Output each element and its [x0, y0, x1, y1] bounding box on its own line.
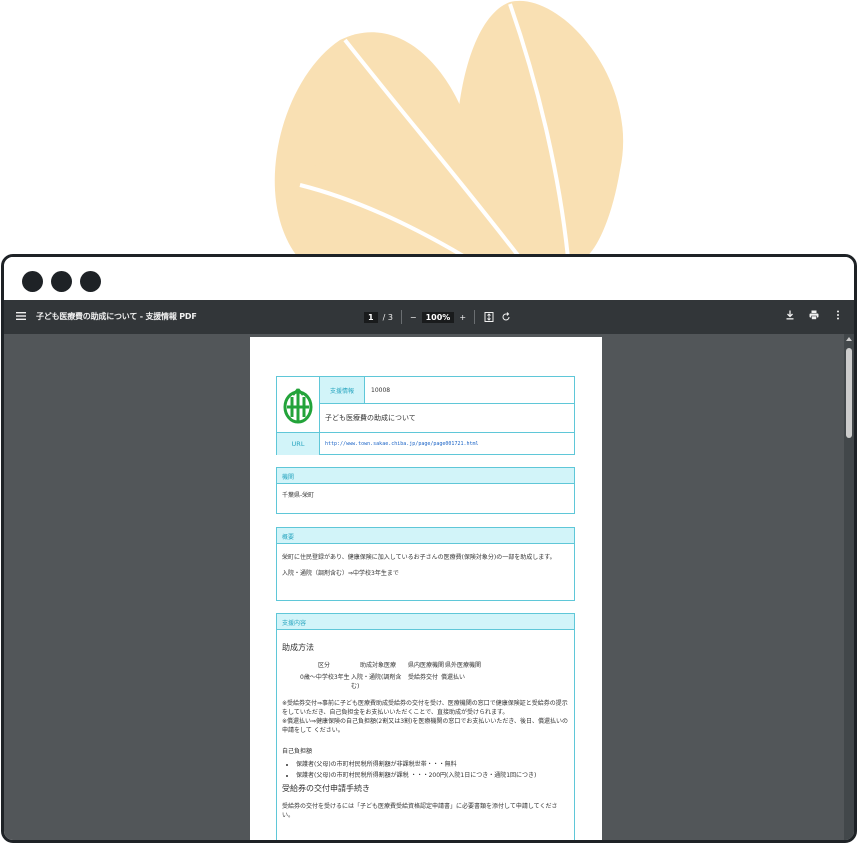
scrollbar-thumb[interactable]: [846, 348, 852, 438]
table-cell: 受給券交付: [408, 674, 439, 681]
browser-window: 子ども医療費の助成について - 支援情報 PDF 1 / 3 − 100% +: [1, 254, 857, 843]
menu-icon[interactable]: [14, 309, 28, 323]
window-titlebar: [4, 257, 854, 300]
method-table-row: 0歳～中学校3年生 入院・通院(調剤含む) 受給券交付 償還払い: [282, 673, 569, 691]
method-title: 助成方法: [282, 643, 314, 652]
scroll-up-arrow-icon[interactable]: [846, 337, 852, 341]
toolbar-divider: [400, 310, 402, 324]
procedure-title: 受給券の交付申請手続き: [282, 784, 370, 793]
procedure-text: 受給券の交付を受けるには「子ども医療費受給資格認定申請書」に必要書類を添付して申…: [282, 803, 558, 819]
url-link[interactable]: http://www.town.sakae.chiba.jp/page/page…: [320, 433, 574, 455]
summary-heading: 概要: [277, 528, 574, 544]
summary-line-2: 入院・通院（調剤含む）⇒中学校3年生まで: [282, 570, 399, 577]
window-control-dot[interactable]: [22, 271, 43, 292]
print-icon[interactable]: [808, 309, 820, 321]
agency-heading: 機関: [277, 468, 574, 484]
note-voucher: ※受給券交付⇒事前に子ども医療費助成受給券の交付を受け、医療機関の窓口で健康保険…: [282, 700, 568, 716]
window-control-dot[interactable]: [80, 271, 101, 292]
document-title: 子ども医療費の助成について - 支援情報 PDF: [36, 312, 197, 321]
url-label: URL: [277, 433, 320, 455]
header-info-table: 支援情報 10008 子ども医療費の助成について URL http://www.…: [276, 376, 575, 455]
method-table-header: 区分 助成対象医療 県内医療機関 県外医療機関: [282, 661, 569, 670]
table-cell: 0歳～中学校3年生: [300, 674, 350, 681]
subject-title: 子ども医療費の助成について: [320, 404, 574, 433]
pdf-toolbar: 子ども医療費の助成について - 支援情報 PDF 1 / 3 − 100% +: [4, 300, 854, 334]
rotate-icon[interactable]: [500, 311, 512, 323]
list-item: 保護者(父母)の市町村民税所得割額が課税 ・・・200円(入院1日につき・通院1…: [296, 771, 569, 780]
zoom-level-input[interactable]: 100%: [421, 311, 455, 323]
summary-line-1: 栄町に住民登録があり、健康保険に加入しているお子さんの医療費(保険対象分)の一部…: [282, 554, 556, 561]
support-content-section: 支援内容 助成方法 区分 助成対象医療 県内医療機関 県外医療機関 0歳～中学校…: [276, 613, 575, 840]
vertical-scrollbar[interactable]: [844, 334, 854, 840]
pdf-viewer-area[interactable]: 支援情報 10008 子ども医療費の助成について URL http://www.…: [4, 334, 854, 840]
support-info-label: 支援情報: [320, 377, 365, 404]
table-header-cell: 県内医療機関: [408, 662, 445, 669]
support-id: 10008: [365, 377, 574, 404]
agency-section: 機関 千葉県-栄町: [276, 467, 575, 514]
support-content-heading: 支援内容: [277, 614, 574, 630]
town-logo: [277, 377, 320, 433]
download-icon[interactable]: [784, 309, 796, 321]
page-total: / 3: [382, 312, 393, 322]
table-header-cell: 県外医療機関: [445, 662, 482, 669]
town-emblem-icon: [283, 387, 313, 423]
more-options-icon[interactable]: [832, 309, 844, 321]
table-cell: 入院・通院(調剤含む): [351, 674, 402, 690]
list-item: 保護者(父母)の市町村民税所得割額が非課税世帯・・・無料: [296, 760, 569, 769]
self-pay-title: 自己負担額: [282, 748, 313, 755]
pdf-page: 支援情報 10008 子ども医療費の助成について URL http://www.…: [250, 337, 602, 840]
summary-section: 概要 栄町に住民登録があり、健康保険に加入しているお子さんの医療費(保険対象分)…: [276, 527, 575, 601]
note-reimbursement: ※償還払い⇒健康保険の自己負担額(2割又は3割)を医療機関の窓口でお支払いいただ…: [282, 718, 568, 734]
table-header-cell: 助成対象医療: [360, 662, 397, 669]
self-pay-list: 保護者(父母)の市町村民税所得割額が非課税世帯・・・無料 保護者(父母)の市町村…: [282, 760, 569, 780]
agency-body: 千葉県-栄町: [282, 492, 315, 499]
table-cell: 償還払い: [441, 674, 466, 681]
table-header-cell: 区分: [318, 662, 331, 669]
toolbar-divider: [474, 310, 476, 324]
toolbar-actions: [784, 309, 844, 321]
zoom-in-button[interactable]: +: [459, 313, 466, 322]
window-control-dot[interactable]: [51, 271, 72, 292]
page-zoom-controls: 1 / 3 − 100% +: [364, 308, 512, 326]
page-number-input[interactable]: 1: [364, 311, 378, 323]
fit-page-icon[interactable]: [483, 311, 495, 323]
zoom-out-button[interactable]: −: [410, 313, 417, 322]
